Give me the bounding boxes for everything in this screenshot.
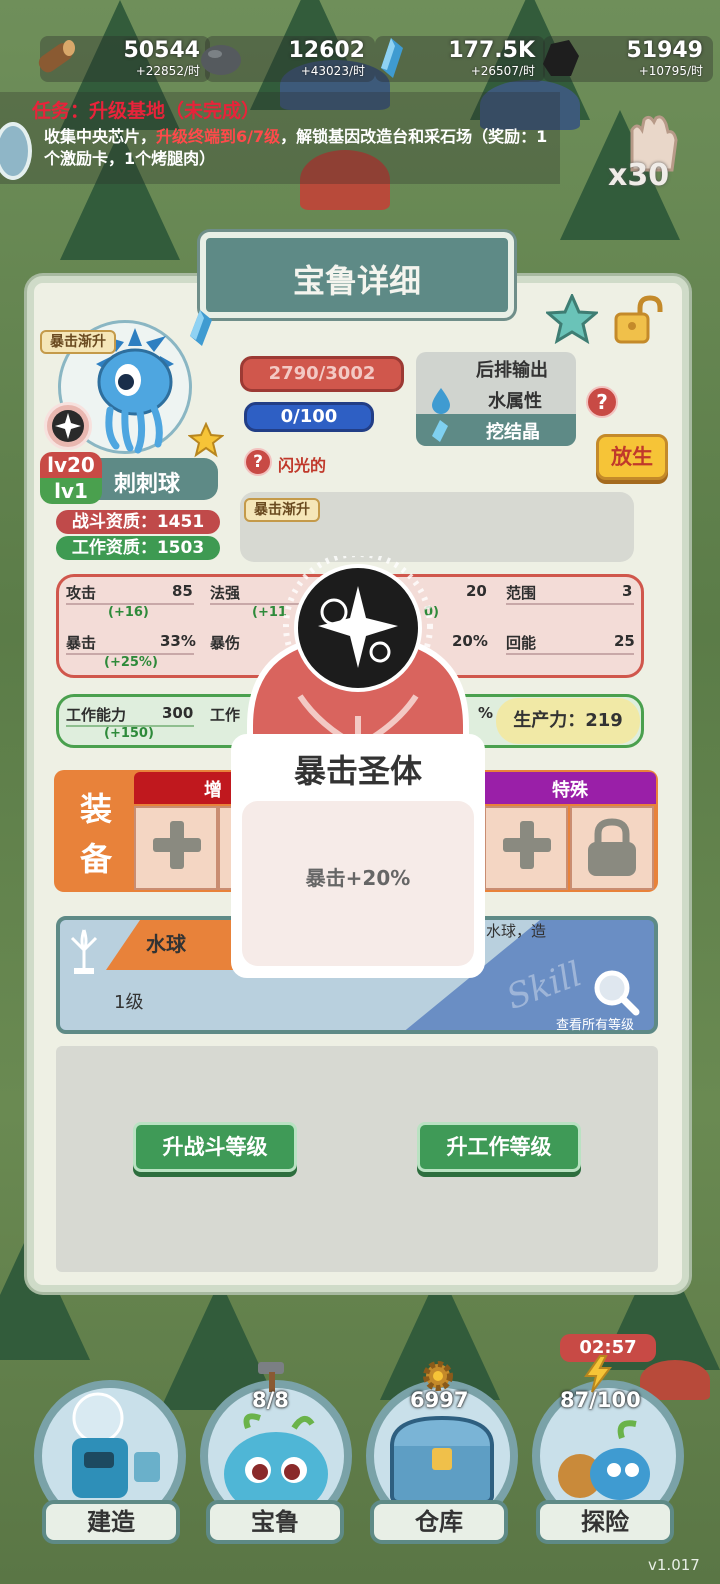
energy-count: 87/100 — [560, 1388, 641, 1412]
nav-storage[interactable]: 仓库 — [370, 1500, 508, 1544]
popup-description: 暴击+20% — [305, 866, 411, 890]
nav-pets[interactable]: 宝鲁 — [206, 1500, 344, 1544]
nav-explore[interactable]: 探险 — [536, 1500, 674, 1544]
storage-count: 6997 — [410, 1388, 469, 1412]
trait-popup[interactable]: 暴击圣体 暴击+20% — [230, 556, 486, 978]
nav-build[interactable]: 建造 — [42, 1500, 180, 1544]
popup-title: 暴击圣体 — [293, 752, 422, 790]
pets-count: 8/8 — [252, 1388, 289, 1412]
version-label: v1.017 — [648, 1556, 700, 1574]
